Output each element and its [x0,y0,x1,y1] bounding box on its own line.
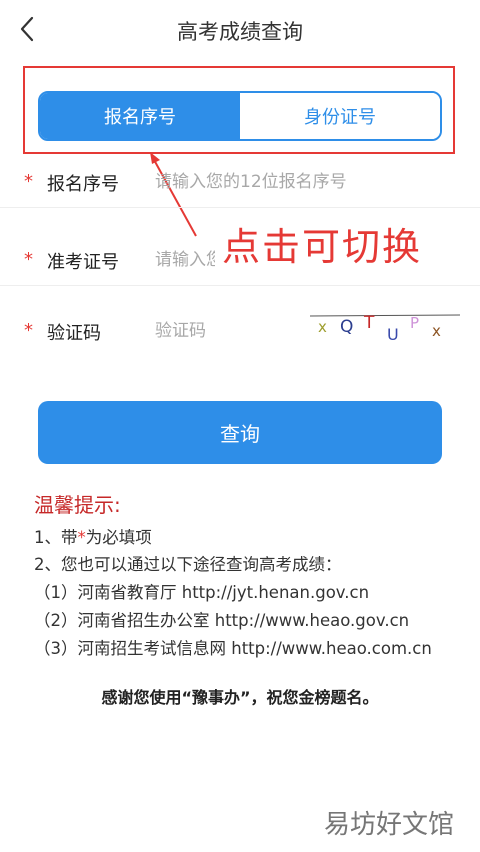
tab-registration-number[interactable]: 报名序号 [40,93,240,139]
divider [0,207,480,208]
thanks-message: 感谢您使用“豫事办”，祝您金榜题名。 [101,688,379,707]
captcha-char: T [363,313,375,333]
ticket-no-input[interactable] [155,243,215,277]
captcha-label: 验证码 [47,323,101,344]
captcha-image[interactable]: x Q T U P x [310,312,460,342]
required-mark: * [24,320,33,341]
reg-no-label: 报名序号 [47,174,119,195]
reg-no-input[interactable] [155,165,455,199]
required-mark: * [24,249,33,270]
tips-title: 温馨提示: [34,493,121,517]
captcha-char: x [432,322,441,340]
ticket-no-label: 准考证号 [47,252,119,273]
captcha-char: x [318,318,327,336]
captcha-char: U [387,325,399,342]
divider [0,285,480,286]
tip-required-note: 1、带*为必填项 [34,524,152,548]
ticket-no-row: * 准考证号 [0,235,480,285]
required-mark: * [77,528,86,547]
tip-alternatives: 2、您也可以通过以下途径查询高考成绩： [34,555,342,574]
tip-source-1: （1）河南省教育厅 http://jyt.henan.gov.cn [34,583,370,602]
tip-source-3: （3）河南招生考试信息网 http://www.heao.com.cn [34,639,432,658]
required-mark: * [24,171,33,192]
captcha-char: Q [340,317,353,337]
tip-source-2: （2）河南省招生办公室 http://www.heao.gov.cn [34,611,410,630]
tab-id-number[interactable]: 身份证号 [240,93,440,139]
page-title: 高考成绩查询 [177,20,303,44]
tip-text: 1、带 [34,528,78,547]
reg-no-row: * 报名序号 [0,157,480,207]
captcha-char: P [410,314,419,332]
tip-text: 为必填项 [85,528,152,547]
query-type-tabs: 报名序号 身份证号 [38,91,442,141]
watermark: 易坊好文馆 [323,810,454,840]
top-bar: 高考成绩查询 [0,0,480,60]
captcha-input[interactable] [155,314,295,348]
query-button[interactable]: 查询 [38,401,442,464]
